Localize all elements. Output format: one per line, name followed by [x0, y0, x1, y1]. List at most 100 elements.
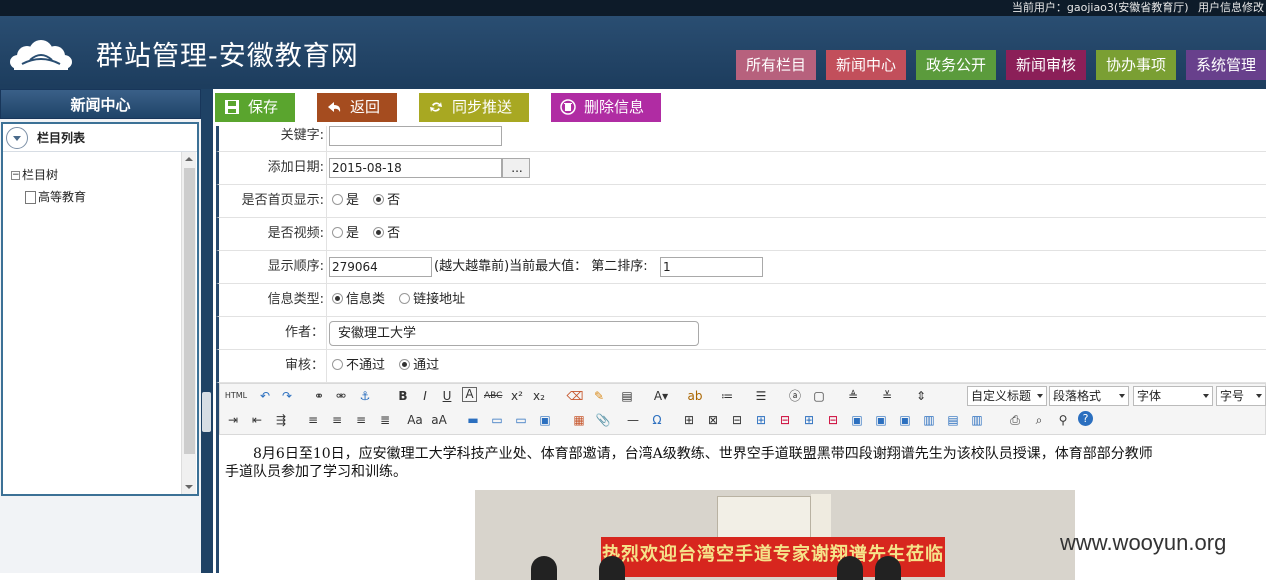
html-source-button[interactable]: HTML [224, 387, 248, 405]
tab-news-review[interactable]: 新闻审核 [1006, 50, 1086, 80]
strikethrough-icon[interactable]: ABC [484, 387, 502, 405]
special-char-icon[interactable]: Ω [648, 411, 666, 429]
splitter-grip[interactable] [202, 392, 211, 432]
unordered-list-icon[interactable]: ☰ [752, 387, 770, 405]
ltr-icon[interactable]: ⇥ [224, 411, 242, 429]
date-picker-button[interactable]: ... [502, 158, 530, 178]
anchor-icon[interactable]: ⚓ [356, 387, 374, 405]
clear-doc-icon[interactable]: ▢ [810, 387, 828, 405]
insert-table-icon[interactable]: ⊞ [680, 411, 698, 429]
homepage-yes-radio[interactable] [332, 194, 343, 205]
audit-reject-radio[interactable] [332, 359, 343, 370]
insert-col-icon[interactable]: ⊞ [800, 411, 818, 429]
row-spacing-top-icon[interactable]: ≜ [844, 387, 862, 405]
column-list-header[interactable]: 栏目列表 [3, 124, 197, 152]
image-left-icon[interactable]: ▭ [488, 411, 506, 429]
split-rows-icon[interactable]: ▤ [944, 411, 962, 429]
tab-co-matters[interactable]: 协办事项 [1096, 50, 1176, 80]
eraser-icon[interactable]: ⌫ [566, 387, 584, 405]
format-brush-icon[interactable]: ✎ [590, 387, 608, 405]
undo-icon[interactable]: ↶ [256, 387, 274, 405]
row-spacing-bottom-icon[interactable]: ≚ [878, 387, 896, 405]
video-no-radio[interactable] [373, 227, 385, 238]
superscript-icon[interactable]: x² [508, 387, 526, 405]
insert-paragraph-icon[interactable]: ⊟ [728, 411, 746, 429]
tab-government-affairs[interactable]: 政务公开 [916, 50, 996, 80]
scrollbar-thumb[interactable] [184, 168, 195, 454]
font-family-select[interactable]: 字体 [1133, 386, 1213, 406]
split-cells-icon[interactable]: ▥ [920, 411, 938, 429]
video-yes-radio[interactable] [332, 227, 343, 238]
align-right-icon[interactable]: ≡ [352, 411, 370, 429]
ordered-list-icon[interactable]: ≔ [718, 387, 736, 405]
info-type-link-radio[interactable] [399, 293, 411, 304]
sidebar-scrollbar[interactable] [181, 152, 196, 494]
scroll-down-icon[interactable] [185, 485, 193, 489]
horizontal-rule-icon[interactable]: — [624, 411, 642, 429]
attachment-icon[interactable]: 📎 [594, 411, 612, 429]
merge-right-icon[interactable]: ▣ [872, 411, 890, 429]
help-icon[interactable]: ? [1078, 411, 1093, 426]
second-order-input[interactable]: 1 [660, 257, 763, 277]
split-cols-icon[interactable]: ▥ [968, 411, 986, 429]
return-button[interactable]: 返回 [317, 93, 397, 122]
redo-icon[interactable]: ↷ [278, 387, 296, 405]
delete-row-icon[interactable]: ⊟ [776, 411, 794, 429]
align-justify-icon[interactable]: ≣ [376, 411, 394, 429]
underline-icon[interactable]: U [438, 387, 456, 405]
merge-down-icon[interactable]: ▣ [896, 411, 914, 429]
insert-image-icon[interactable]: ▦ [570, 411, 588, 429]
italic-icon[interactable]: I [416, 387, 434, 405]
merge-cells-icon[interactable]: ▣ [848, 411, 866, 429]
paste-icon[interactable]: ▤ [618, 387, 636, 405]
subscript-icon[interactable]: x₂ [530, 387, 548, 405]
lowercase-icon[interactable]: aA [430, 411, 448, 429]
keywords-input[interactable] [329, 126, 502, 146]
line-height-icon[interactable]: ⇕ [912, 387, 930, 405]
delete-info-button[interactable]: 删除信息 [551, 93, 661, 122]
tree-collapse-icon[interactable]: − [11, 171, 20, 180]
link-icon[interactable]: ⚭ [310, 387, 328, 405]
font-size-select[interactable]: 字号 [1216, 386, 1266, 406]
align-left-icon[interactable]: ≡ [304, 411, 322, 429]
unlink-icon[interactable]: ⚮ [332, 387, 350, 405]
author-input[interactable]: 安徽理工大学 [329, 321, 699, 346]
add-date-input[interactable]: 2015-08-18 [329, 158, 502, 178]
highlight-icon[interactable]: ab [686, 387, 704, 405]
select-all-icon[interactable]: ⓐ [786, 387, 804, 405]
editor-content[interactable]: 8月6日至10日，应安徽理工大学科技产业处、体育部邀请，台湾A级教练、世界空手道… [225, 445, 1265, 481]
preview-icon[interactable]: ⌕ [1030, 411, 1048, 429]
font-border-icon[interactable]: A [462, 387, 477, 402]
rtl-icon[interactable]: ⇤ [248, 411, 266, 429]
tab-system-management[interactable]: 系统管理 [1186, 50, 1266, 80]
print-icon[interactable]: ⎙ [1006, 411, 1024, 429]
image-right-icon[interactable]: ▭ [512, 411, 530, 429]
font-color-icon[interactable]: A▾ [652, 387, 670, 405]
align-center-icon[interactable]: ≡ [328, 411, 346, 429]
user-info-edit-link[interactable]: 用户信息修改 [1198, 1, 1264, 14]
tree-item-higher-education[interactable]: 高等教育 [11, 186, 86, 208]
delete-table-icon[interactable]: ⊠ [704, 411, 722, 429]
info-type-article-radio[interactable] [332, 293, 343, 304]
tab-all-columns[interactable]: 所有栏目 [736, 50, 816, 80]
save-button[interactable]: 保存 [215, 93, 295, 122]
search-replace-icon[interactable]: ⚲ [1054, 411, 1072, 429]
audit-approve-radio[interactable] [399, 359, 411, 370]
insert-row-icon[interactable]: ⊞ [752, 411, 770, 429]
tab-news-center[interactable]: 新闻中心 [826, 50, 906, 80]
display-order-input[interactable]: 279064 [329, 257, 432, 277]
bold-icon[interactable]: B [394, 387, 412, 405]
paragraph-format-select[interactable]: 段落格式 [1049, 386, 1129, 406]
custom-title-select[interactable]: 自定义标题 [967, 386, 1047, 406]
tree-root[interactable]: − 栏目树 [11, 164, 86, 186]
delete-col-icon[interactable]: ⊟ [824, 411, 842, 429]
uppercase-icon[interactable]: Aa [406, 411, 424, 429]
scroll-up-icon[interactable] [185, 157, 193, 161]
collapse-arrow-icon[interactable] [6, 127, 28, 149]
homepage-no-radio[interactable] [373, 194, 385, 205]
indent-icon[interactable]: ⇶ [272, 411, 290, 429]
sync-push-button[interactable]: 同步推送 [419, 93, 529, 122]
image-none-icon[interactable]: ▬ [464, 411, 482, 429]
panel-splitter[interactable] [201, 89, 213, 573]
image-center-icon[interactable]: ▣ [536, 411, 554, 429]
